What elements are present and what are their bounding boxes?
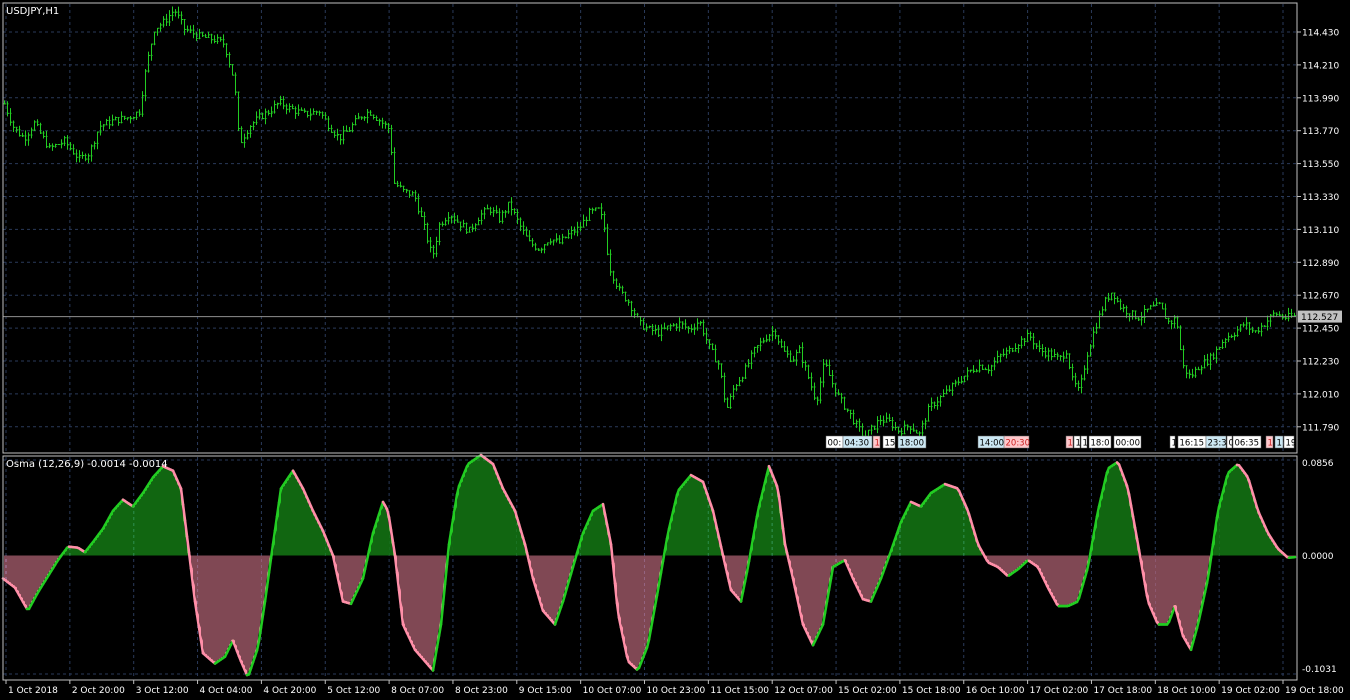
event-marker-label: 1 [1277, 439, 1282, 449]
osma-tick-label: 0.0000 [1302, 552, 1334, 562]
event-marker-label: 00:00 [1116, 439, 1141, 449]
chart-terminal-window: USDJPY,H1 00: 04:30 1 15 18:00 14:00 20:30 1 1 1 1… [0, 0, 1350, 700]
event-marker[interactable]: 00:00 [1113, 435, 1142, 449]
event-marker-label: 18:00 [900, 439, 925, 449]
time-tick-label: 4 Oct 04:00 [200, 686, 253, 696]
event-marker-label: 1 [1268, 439, 1273, 449]
event-marker-label: 1 [875, 439, 880, 449]
time-tick-label: 18 Oct 10:00 [1157, 686, 1216, 696]
event-marker-label: 20:30 [1006, 439, 1031, 449]
event-marker[interactable]: 1 [1169, 435, 1177, 449]
time-tick-label: 10 Oct 23:00 [647, 686, 706, 696]
price-tick-label: 112.230 [1302, 358, 1339, 368]
price-tick-label: 114.210 [1302, 61, 1339, 71]
event-marker[interactable]: 20:30 [1003, 435, 1031, 449]
event-marker[interactable]: 1 [1065, 435, 1074, 449]
time-tick-label: 5 Oct 12:00 [327, 686, 380, 696]
time-tick-label: 2 Oct 20:00 [72, 686, 125, 696]
event-marker-label: 16:15 [1180, 439, 1205, 449]
osma-tick-label: 0.0856 [1302, 459, 1334, 469]
event-marker-label: 14:00 [980, 439, 1005, 449]
time-tick-label: 15 Oct 02:00 [838, 686, 897, 696]
time-tick-label: 11 Oct 15:00 [710, 686, 769, 696]
osma-tick-label: -0.1031 [1302, 665, 1337, 675]
event-marker[interactable]: 06:35 [1232, 435, 1262, 449]
time-tick-label: 17 Oct 02:00 [1030, 686, 1089, 696]
event-marker[interactable]: 14:00 [977, 435, 1006, 449]
time-tick-label: 10 Oct 07:00 [583, 686, 642, 696]
event-marker-label: 1 [1172, 439, 1177, 449]
time-tick-label: 1 Oct 2018 [8, 686, 58, 696]
price-tick-label: 112.670 [1302, 292, 1339, 302]
event-marker[interactable]: 18:0 [1088, 435, 1112, 449]
time-tick-label: 19 Oct 18:00 [1285, 686, 1344, 696]
event-marker[interactable]: 1 [1265, 435, 1274, 449]
event-marker[interactable]: 19 [1283, 435, 1297, 449]
event-marker[interactable]: 1 [1073, 435, 1081, 449]
price-tick-label: 112.890 [1302, 259, 1339, 269]
time-tick-label: 19 Oct 02:00 [1221, 686, 1280, 696]
event-marker-label: 15 [885, 439, 896, 449]
time-tick-label: 3 Oct 12:00 [136, 686, 189, 696]
event-marker-label: 1 [1083, 439, 1088, 449]
price-tick-label: 112.450 [1302, 325, 1339, 335]
time-tick-label: 9 Oct 15:00 [519, 686, 572, 696]
time-tick-label: 16 Oct 10:00 [966, 686, 1025, 696]
price-tick-label: 114.430 [1302, 29, 1339, 39]
event-marker-label: 23:3 [1208, 439, 1227, 449]
time-tick-label: 4 Oct 20:00 [263, 686, 316, 696]
price-tick-label: 113.550 [1302, 160, 1339, 170]
event-marker-label: 1 [1068, 439, 1073, 449]
event-marker[interactable]: 1 [1080, 435, 1088, 449]
event-marker-label: 18:0 [1091, 439, 1110, 449]
time-tick-label: 17 Oct 18:00 [1093, 686, 1152, 696]
time-tick-label: 8 Oct 23:00 [455, 686, 508, 696]
event-marker[interactable]: 1 [872, 435, 881, 449]
event-marker[interactable]: 00: [825, 435, 844, 449]
event-marker[interactable]: 04:30 [842, 435, 873, 449]
price-tick-label: 113.110 [1302, 226, 1339, 236]
event-marker[interactable]: 18:00 [897, 435, 927, 449]
event-marker-label: 1 [1076, 439, 1081, 449]
price-tick-label: 112.010 [1302, 390, 1339, 400]
event-marker[interactable]: 23:3 [1205, 435, 1227, 449]
price-tick-label: 113.330 [1302, 193, 1339, 203]
symbol-title: USDJPY,H1 [6, 6, 59, 17]
price-tick-label: 113.990 [1302, 94, 1339, 104]
event-marker-label: 19 [1286, 439, 1297, 449]
event-marker[interactable]: 1 [1274, 435, 1284, 449]
event-marker-label: 00: [828, 439, 842, 449]
price-tick-label: 113.770 [1302, 127, 1339, 137]
time-tick-label: 8 Oct 07:00 [391, 686, 444, 696]
price-tick-label: 111.790 [1302, 423, 1339, 433]
current-price-label: 112.527 [1301, 313, 1338, 323]
event-marker[interactable]: 16:15 [1177, 435, 1207, 449]
event-marker-label: 06:35 [1235, 439, 1260, 449]
indicator-title: Osma (12,26,9) -0.0014 -0.0014 [6, 459, 168, 470]
event-marker[interactable]: 15 [882, 435, 896, 449]
current-price-tag: 112.527 [1298, 310, 1342, 323]
event-marker-label: 04:30 [845, 439, 870, 449]
time-tick-label: 15 Oct 18:00 [902, 686, 961, 696]
time-tick-label: 12 Oct 07:00 [774, 686, 833, 696]
